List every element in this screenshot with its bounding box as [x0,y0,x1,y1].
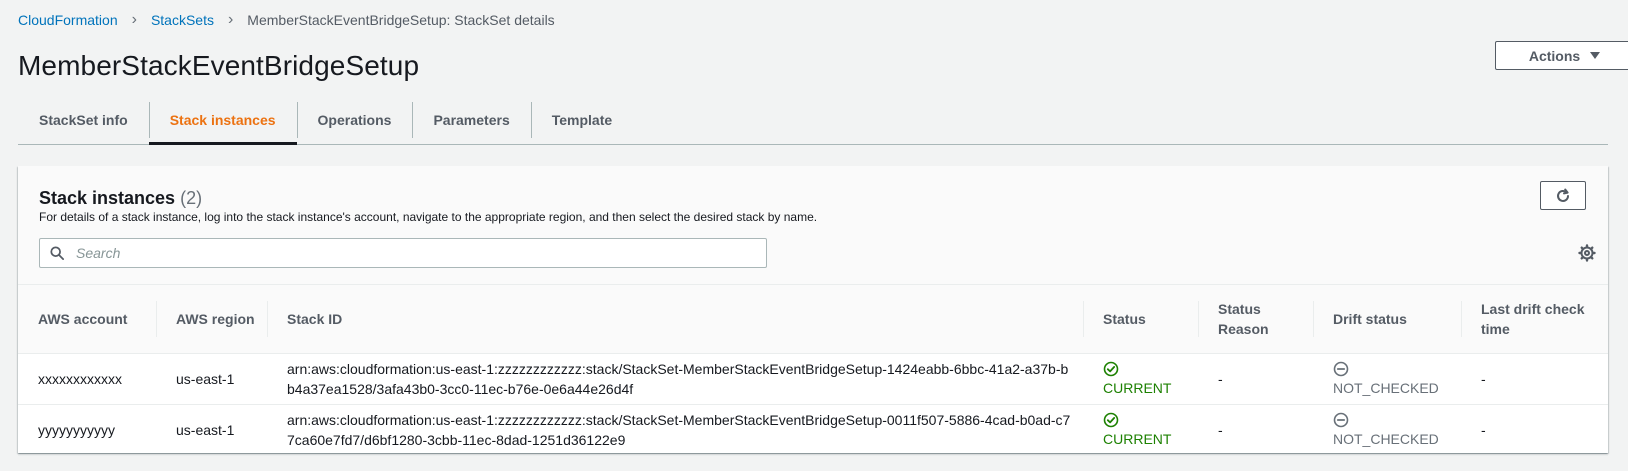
cell-status-reason: - [1198,353,1313,405]
search-icon [50,246,64,260]
cell-last-drift-check: - [1461,353,1608,405]
column-header-aws-region[interactable]: AWS region [156,284,267,354]
page-title: MemberStackEventBridgeSetup [18,50,420,81]
cell-aws-account: xxxxxxxxxxxx [18,353,156,405]
cell-stack-id: arn:aws:cloudformation:us-east-1:zzzzzzz… [267,404,1083,456]
stack-instances-table: AWS account AWS region Stack ID Status S… [18,284,1608,456]
breadcrumb-stacksets[interactable]: StackSets [151,12,214,28]
check-circle-icon [1103,412,1119,428]
column-header-status-reason[interactable]: Status Reason [1198,284,1313,354]
tab-operations[interactable]: Operations [296,96,413,144]
column-header-stack-id[interactable]: Stack ID [267,284,1083,354]
status-text: CURRENT [1103,431,1172,447]
status-text: CURRENT [1103,380,1172,396]
drift-status-text: NOT_CHECKED [1333,380,1439,396]
breadcrumb: CloudFormation › StackSets › MemberStack… [18,11,555,29]
cell-status: CURRENT [1083,404,1198,456]
cell-status: CURRENT [1083,353,1198,405]
search-input[interactable] [74,244,758,262]
panel-header: Stack instances (2) For details of a sta… [18,166,1608,284]
cell-status-reason: - [1198,404,1313,456]
table-row: yyyyyyyyyyy us-east-1 arn:aws:cloudforma… [18,404,1608,456]
tab-template[interactable]: Template [530,96,633,144]
column-header-status[interactable]: Status [1083,284,1198,354]
cell-aws-account: yyyyyyyyyyy [18,404,156,456]
check-circle-icon [1103,361,1119,377]
refresh-icon [1557,188,1569,202]
search-box [39,238,767,268]
actions-label: Actions [1528,47,1581,64]
minus-circle-icon [1333,361,1349,377]
breadcrumb-cloudformation[interactable]: CloudFormation [18,12,118,28]
breadcrumb-current: MemberStackEventBridgeSetup: StackSet de… [247,12,555,28]
caret-down-icon [1590,52,1601,59]
tab-stack-instances[interactable]: Stack instances [148,96,297,145]
refresh-button[interactable] [1540,181,1586,210]
table-row: xxxxxxxxxxxx us-east-1 arn:aws:cloudform… [18,353,1608,405]
tab-stackset-info[interactable]: StackSet info [18,96,149,144]
stack-instances-panel: Stack instances (2) For details of a sta… [18,166,1608,456]
tab-bar: StackSet info Stack instances Operations… [18,96,1608,145]
minus-circle-icon [1333,412,1349,428]
panel-title-text: Stack instances [39,188,176,208]
chevron-right-icon: › [227,11,234,28]
drift-status-text: NOT_CHECKED [1333,431,1439,447]
panel-description: For details of a stack instance, log int… [39,210,818,224]
cell-last-drift-check: - [1461,404,1608,456]
panel-title: Stack instances (2) [39,188,202,209]
cell-aws-region: us-east-1 [156,353,267,405]
column-header-drift-status[interactable]: Drift status [1313,284,1461,354]
cell-aws-region: us-east-1 [156,404,267,456]
panel-count: (2) [180,188,203,208]
cell-drift-status: NOT_CHECKED [1313,404,1461,456]
chevron-right-icon: › [131,11,137,28]
table-header-row: AWS account AWS region Stack ID Status S… [18,284,1608,354]
cell-stack-id: arn:aws:cloudformation:us-east-1:zzzzzzz… [267,353,1083,405]
gear-icon[interactable] [1578,244,1596,262]
cell-drift-status: NOT_CHECKED [1313,353,1461,405]
tab-parameters[interactable]: Parameters [412,96,530,144]
actions-button[interactable]: Actions [1495,41,1628,70]
column-header-last-drift-check-time[interactable]: Last drift check time [1461,284,1608,354]
column-header-aws-account[interactable]: AWS account [18,284,156,354]
